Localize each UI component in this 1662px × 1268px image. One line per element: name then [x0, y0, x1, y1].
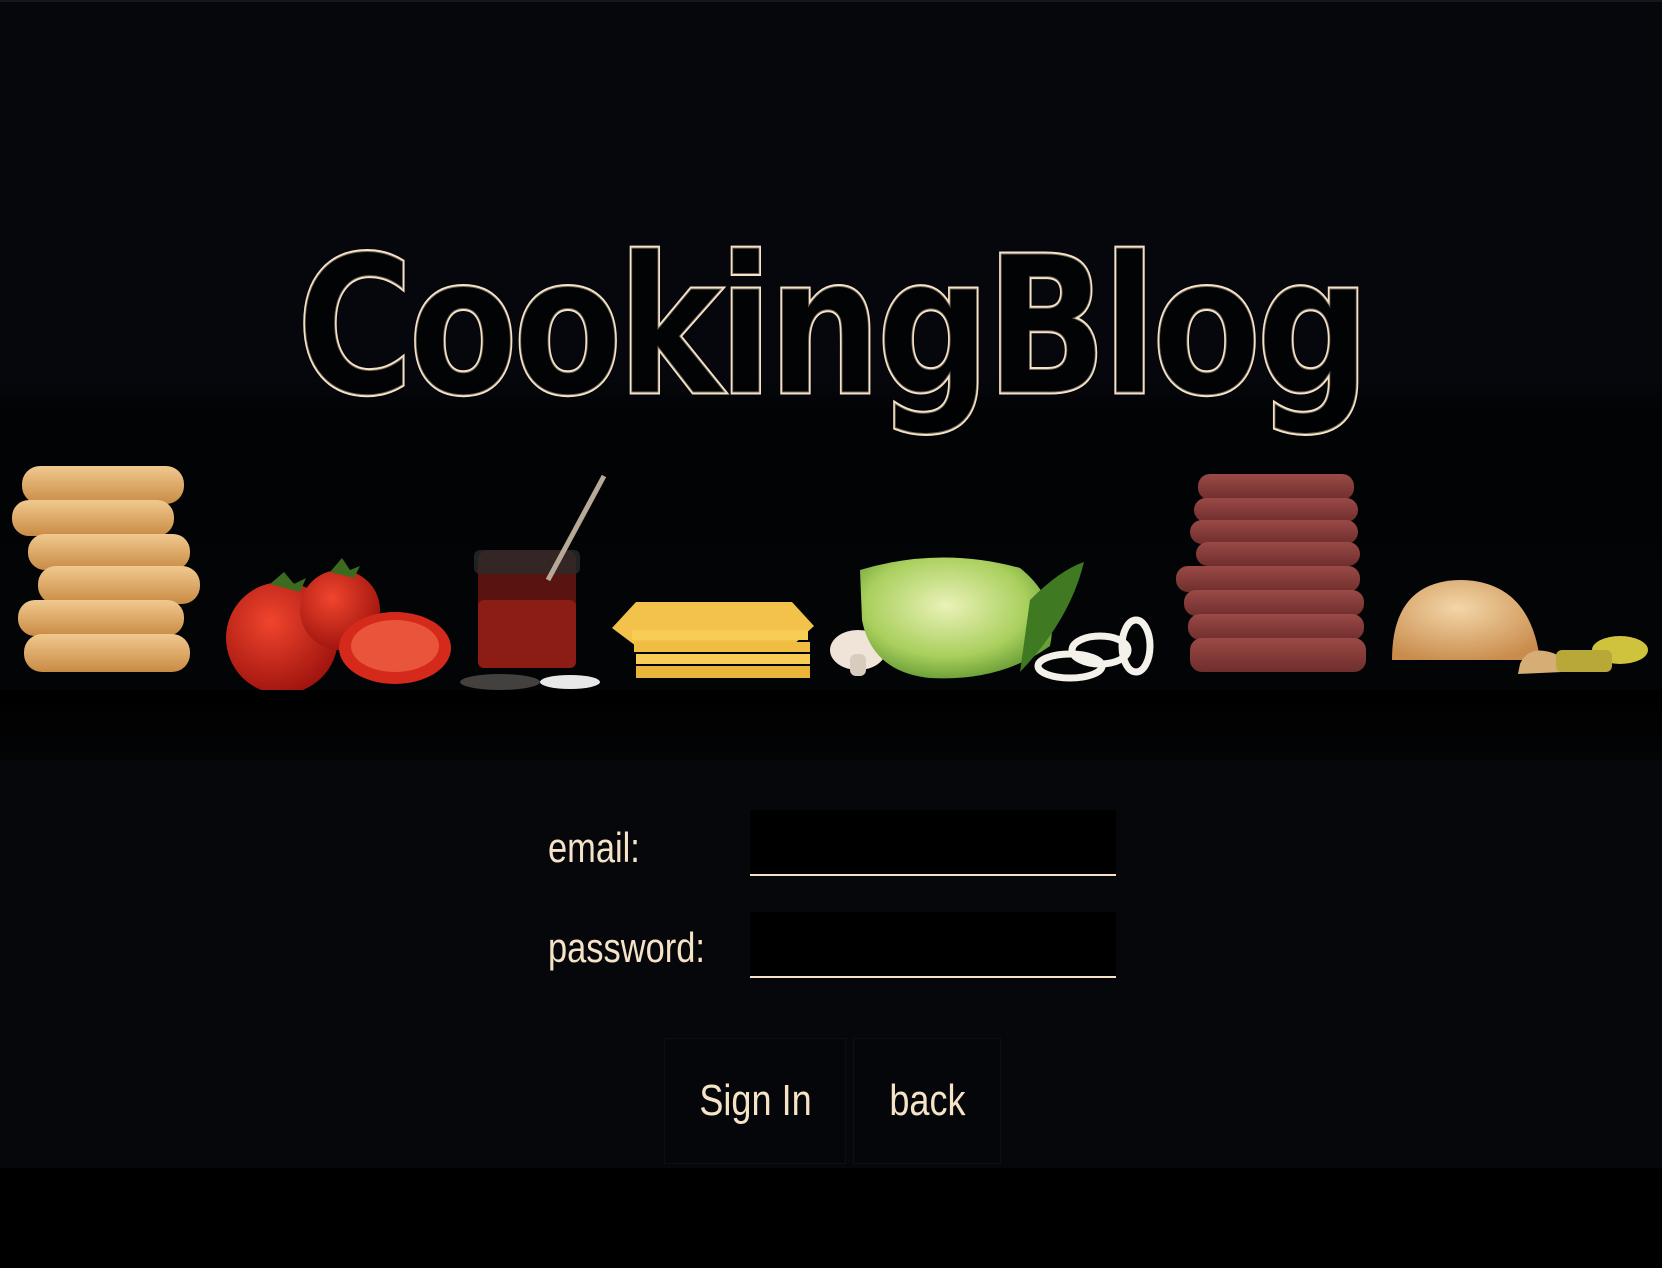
- patty-stack: [1176, 474, 1366, 672]
- site-title-inline: CookingBlog: [296, 216, 1371, 439]
- sesame-bun: [1392, 580, 1562, 674]
- login-form: email: password: Sign In back: [0, 760, 1662, 1168]
- password-field[interactable]: [750, 912, 1116, 978]
- back-button[interactable]: back: [853, 1038, 1001, 1164]
- bun-stack: [12, 466, 200, 672]
- login-page: CookingBlog CookingBlog email: password:…: [0, 0, 1662, 1268]
- cheese-stack: [612, 602, 814, 678]
- email-field[interactable]: [750, 810, 1116, 876]
- shelf-shadow: [0, 690, 1662, 760]
- email-label: email:: [548, 824, 640, 871]
- tomatoes: [226, 558, 451, 690]
- sign-in-button[interactable]: Sign In: [664, 1038, 846, 1164]
- sign-in-label: Sign In: [698, 1076, 812, 1125]
- burger-ingredients-image: [12, 466, 1648, 690]
- lettuce: [860, 557, 1084, 679]
- footer-band: [0, 1168, 1662, 1268]
- sauce-jar: [460, 474, 607, 690]
- top-border: [0, 0, 1662, 2]
- pickles: [1556, 636, 1648, 672]
- onion-rings: [1034, 616, 1154, 682]
- password-label: password:: [548, 924, 705, 971]
- back-label: back: [888, 1076, 966, 1125]
